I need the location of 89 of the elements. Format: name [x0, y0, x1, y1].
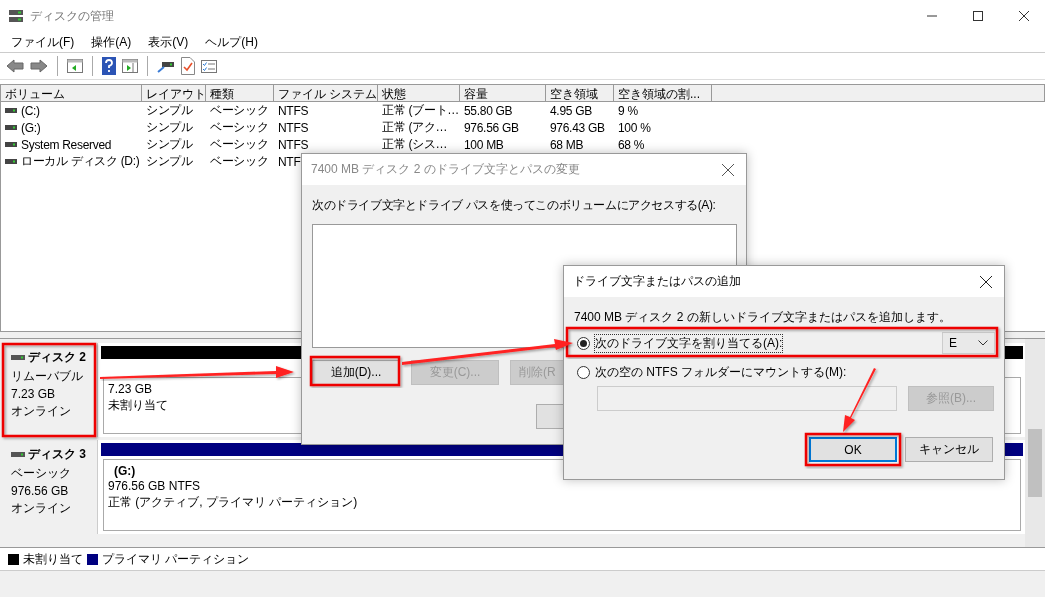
- table-cell: ベーシック: [210, 102, 269, 119]
- dialog-prompt: 次のドライブ文字とドライブ パスを使ってこのボリュームにアクセスする(A):: [312, 197, 717, 214]
- partition-info: 正常 (アクティブ, プライマリ パーティション): [108, 494, 358, 511]
- table-cell: シンプル: [146, 119, 193, 136]
- drive-icon: [5, 125, 17, 130]
- table-cell: 68 %: [618, 137, 645, 152]
- close-icon[interactable]: [722, 163, 734, 176]
- table-cell: シンプル: [146, 153, 193, 170]
- table-cell: NTFS: [278, 120, 309, 135]
- partition-info: 7.23 GB: [108, 382, 153, 396]
- partition-label: (G:): [113, 464, 136, 478]
- console-tree-icon[interactable]: [67, 59, 83, 73]
- table-cell: (C:): [21, 103, 40, 118]
- disk-status: オンライン: [11, 500, 72, 517]
- legend-label: プライマリ パーティション: [102, 550, 250, 568]
- column-header[interactable]: 空き領域の割...: [614, 85, 712, 102]
- radio-button[interactable]: [577, 336, 590, 350]
- disk-size: 976.56 GB: [11, 484, 70, 498]
- table-cell: 100 %: [618, 120, 651, 135]
- disk-type: リムーバブル: [11, 368, 84, 385]
- table-cell: ベーシック: [210, 136, 269, 153]
- table-cell: 68 MB: [550, 137, 584, 152]
- checked-document-icon[interactable]: [181, 57, 195, 75]
- table-cell: 正常 (ブート…: [382, 102, 459, 119]
- disk-name: ディスク 2: [28, 349, 86, 366]
- table-cell: 100 MB: [464, 137, 504, 152]
- column-header[interactable]: 状態: [378, 85, 460, 102]
- window-title: ディスクの管理: [30, 7, 114, 25]
- drive-icon: [11, 452, 25, 457]
- column-header[interactable]: ファイル システム: [274, 85, 378, 102]
- close-icon[interactable]: [980, 275, 992, 288]
- drive-icon: [5, 142, 17, 147]
- disk-size: 7.23 GB: [11, 387, 57, 401]
- table-cell: 正常 (シス…: [382, 136, 448, 153]
- drive-icon: [11, 355, 25, 360]
- drive-icon: [5, 108, 17, 113]
- forward-arrow-icon[interactable]: [30, 59, 48, 73]
- folder-path-field[interactable]: [597, 386, 897, 411]
- column-header[interactable]: 容量: [460, 85, 546, 102]
- drive-letter-dropdown[interactable]: E: [942, 332, 995, 354]
- disk-type: ベーシック: [11, 465, 72, 482]
- table-cell: ローカル ディスク (D:): [21, 153, 140, 170]
- menu-item[interactable]: ファイル(F): [6, 33, 87, 51]
- column-header[interactable]: レイアウト: [142, 85, 206, 102]
- table-cell: ベーシック: [210, 119, 269, 136]
- dialog-button[interactable]: キャンセル: [905, 437, 993, 462]
- table-cell: 976.56 GB: [464, 120, 519, 135]
- legend-label: 未割り当て: [23, 550, 83, 568]
- table-cell: シンプル: [146, 136, 193, 153]
- maximize-icon[interactable]: [973, 11, 983, 21]
- dialog-title: 7400 MB ディスク 2 のドライブ文字とパスの変更: [311, 161, 580, 178]
- dialog-button[interactable]: 追加(D)...: [312, 360, 400, 385]
- radio-label[interactable]: 次のドライブ文字を割り当てる(A):: [594, 333, 784, 353]
- scrollbar[interactable]: [1025, 339, 1045, 547]
- table-cell: シンプル: [146, 102, 193, 119]
- back-arrow-icon[interactable]: [6, 59, 24, 73]
- radio-button[interactable]: [577, 365, 590, 379]
- dialog-title: ドライブ文字またはパスの追加: [573, 273, 741, 290]
- checklist-icon[interactable]: [201, 59, 217, 73]
- table-cell: System Reserved: [21, 137, 112, 152]
- action-pane-icon[interactable]: [122, 59, 138, 73]
- partition-info: 未割り当て: [108, 397, 168, 414]
- table-cell: NTFS: [278, 137, 309, 152]
- disk-status: オンライン: [11, 403, 72, 420]
- menu-item[interactable]: 表示(V): [143, 33, 201, 51]
- connect-icon[interactable]: [157, 59, 175, 73]
- table-cell: 4.95 GB: [550, 103, 592, 118]
- table-cell: 9 %: [618, 103, 638, 118]
- disk-management-icon: [8, 9, 24, 23]
- table-cell: NTF: [278, 154, 301, 169]
- column-header[interactable]: 空き領域: [546, 85, 614, 102]
- menu-item[interactable]: 操作(A): [86, 33, 144, 51]
- table-cell: 976.43 GB: [550, 120, 605, 135]
- dialog-description: 7400 MB ディスク 2 の新しいドライブ文字またはパスを追加します。: [574, 309, 952, 326]
- column-header[interactable]: ボリューム: [1, 85, 142, 102]
- table-cell: NTFS: [278, 103, 309, 118]
- dialog-button[interactable]: OK: [809, 437, 897, 462]
- table-cell: 正常 (アク…: [382, 119, 448, 136]
- close-icon[interactable]: [1019, 11, 1029, 21]
- chevron-down-icon: [978, 340, 988, 346]
- drive-icon: [5, 159, 17, 164]
- table-cell: ベーシック: [210, 153, 269, 170]
- menu-item[interactable]: ヘルプ(H): [200, 33, 270, 51]
- partition-info: 976.56 GB NTFS: [108, 479, 201, 493]
- disk-name: ディスク 3: [28, 446, 86, 463]
- table-cell: (G:): [21, 120, 41, 135]
- table-cell: 55.80 GB: [464, 103, 513, 118]
- column-header[interactable]: 種類: [206, 85, 274, 102]
- help-icon[interactable]: [102, 57, 116, 75]
